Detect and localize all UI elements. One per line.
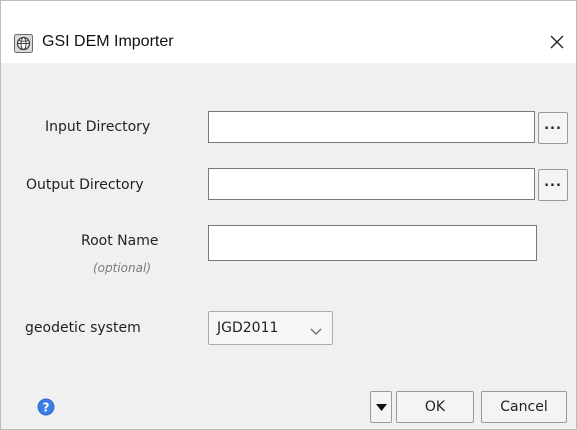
geodetic-system-value: JGD2011 <box>217 320 279 336</box>
close-icon[interactable] <box>546 31 568 53</box>
chevron-down-icon <box>309 322 323 335</box>
triangle-down-icon <box>376 404 387 411</box>
output-directory-browse-button[interactable]: ... <box>538 169 568 201</box>
geodetic-system-label: geodetic system <box>25 320 141 336</box>
root-name-optional-hint: (optional) <box>93 261 151 275</box>
options-menu-button[interactable] <box>370 391 392 423</box>
dialog-window: GSI DEM Importer Input Directory ... Out… <box>0 0 577 430</box>
globe-icon <box>14 34 33 53</box>
input-directory-browse-button[interactable]: ... <box>538 112 568 144</box>
output-directory-field[interactable] <box>208 168 535 200</box>
help-icon[interactable]: ? <box>37 398 55 416</box>
svg-text:?: ? <box>43 400 50 414</box>
window-title: GSI DEM Importer <box>42 33 174 50</box>
root-name-label: Root Name <box>81 233 159 249</box>
root-name-field[interactable] <box>208 225 537 261</box>
input-directory-field[interactable] <box>208 111 535 143</box>
ok-button[interactable]: OK <box>396 391 474 423</box>
title-bar[interactable]: GSI DEM Importer <box>1 1 576 63</box>
geodetic-system-select[interactable]: JGD2011 <box>208 311 333 345</box>
output-directory-label: Output Directory <box>26 177 144 193</box>
input-directory-label: Input Directory <box>45 119 151 135</box>
cancel-button[interactable]: Cancel <box>481 391 567 423</box>
